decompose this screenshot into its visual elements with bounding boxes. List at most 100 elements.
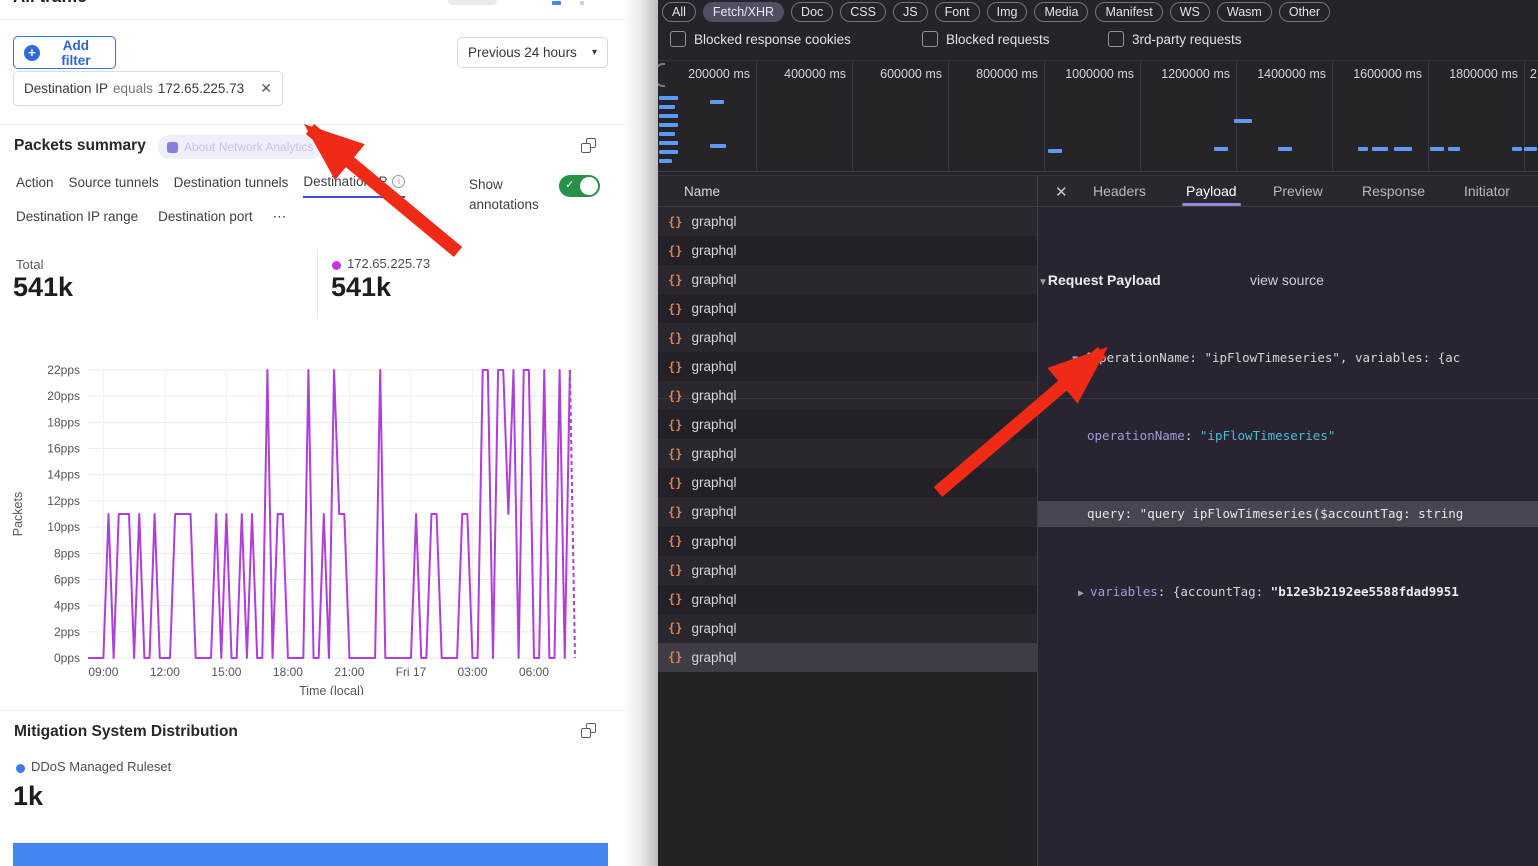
waterfall-request-dash bbox=[1214, 147, 1228, 151]
blocked-requests-checkbox[interactable]: Blocked requests bbox=[922, 31, 1050, 47]
ruler-tick-label: 200000 ms bbox=[658, 67, 750, 81]
blocked-response-cookies-checkbox[interactable]: Blocked response cookies bbox=[670, 31, 851, 47]
name-column-header[interactable]: Name bbox=[658, 175, 1037, 207]
network-request-row[interactable]: {}graphql bbox=[658, 614, 1037, 643]
screenshot-root: All traffic + Add filter Previous 24 hou… bbox=[0, 0, 1538, 866]
time-range-select[interactable]: Previous 24 hours ▾ bbox=[457, 37, 608, 68]
waterfall-request-dash bbox=[1048, 149, 1062, 153]
filter-pill-fetch-xhr[interactable]: Fetch/XHR bbox=[703, 2, 784, 22]
close-icon[interactable]: ✕ bbox=[1055, 183, 1068, 201]
copy-panel-icon[interactable] bbox=[581, 723, 596, 738]
tab-source-tunnels[interactable]: Source tunnels bbox=[69, 174, 159, 198]
tab-[interactable]: ⋯ bbox=[273, 209, 287, 225]
network-overview-timeline[interactable]: 200000 ms400000 ms600000 ms800000 ms1000… bbox=[658, 60, 1538, 172]
waterfall-request-dash bbox=[1448, 147, 1460, 151]
packets-summary-title: Packets summary bbox=[14, 137, 146, 155]
view-source-link[interactable]: view source bbox=[1250, 267, 1324, 293]
tab-destination-ip[interactable]: Destination IPi bbox=[303, 174, 405, 198]
checkbox-icon bbox=[922, 31, 938, 47]
copy-panel-icon[interactable] bbox=[581, 138, 596, 153]
network-request-row[interactable]: {}graphql bbox=[658, 497, 1037, 526]
fetch-xhr-icon: {} bbox=[668, 244, 682, 258]
request-name: graphql bbox=[691, 330, 736, 345]
waterfall-request-dash bbox=[1430, 147, 1444, 151]
book-icon bbox=[167, 142, 178, 153]
detail-tab-payload[interactable]: Payload bbox=[1186, 183, 1237, 199]
filter-pill-media[interactable]: Media bbox=[1034, 2, 1088, 22]
waterfall-request-dash bbox=[659, 159, 672, 163]
remove-filter-icon[interactable]: ✕ bbox=[260, 80, 272, 97]
about-network-analytics-badge[interactable]: About Network Analytics bbox=[158, 135, 322, 159]
filter-chip[interactable]: Destination IP equals 172.65.225.73 ✕ bbox=[13, 71, 283, 106]
mitigation-legend: DDoS Managed Ruleset bbox=[31, 759, 171, 774]
filter-pill-js[interactable]: JS bbox=[893, 2, 928, 22]
detail-tab-response[interactable]: Response bbox=[1362, 183, 1425, 199]
info-icon: i bbox=[392, 175, 405, 188]
add-filter-button[interactable]: + Add filter bbox=[13, 36, 116, 69]
checkbox-label: Blocked requests bbox=[946, 32, 1050, 47]
network-request-row[interactable]: {}graphql bbox=[658, 265, 1037, 294]
series-label: 172.65.225.73 bbox=[347, 256, 430, 271]
network-request-row[interactable]: {}graphql bbox=[658, 585, 1037, 614]
svg-text:Time (local): Time (local) bbox=[299, 684, 364, 695]
payload-preview-line[interactable]: ▼ {operationName: "ipFlowTimeseries", va… bbox=[1038, 345, 1538, 371]
network-request-row[interactable]: {}graphql bbox=[658, 294, 1037, 323]
tab-destination-tunnels[interactable]: Destination tunnels bbox=[174, 174, 289, 198]
svg-text:16pps: 16pps bbox=[47, 442, 80, 456]
filter-pill-img[interactable]: Img bbox=[987, 2, 1028, 22]
fetch-xhr-icon: {} bbox=[668, 592, 682, 606]
network-request-row[interactable]: {}graphql bbox=[658, 468, 1037, 497]
svg-text:8pps: 8pps bbox=[54, 546, 80, 560]
network-request-row[interactable]: {}graphql bbox=[658, 556, 1037, 585]
network-request-row[interactable]: {}graphql bbox=[658, 236, 1037, 265]
detail-tab-initiator[interactable]: Initiator bbox=[1464, 183, 1510, 199]
request-payload-title: Request Payload bbox=[1048, 272, 1161, 288]
third-party-requests-checkbox[interactable]: 3rd-party requests bbox=[1108, 31, 1242, 47]
name-header-label: Name bbox=[684, 184, 720, 199]
request-name: graphql bbox=[691, 563, 736, 578]
filter-pill-manifest[interactable]: Manifest bbox=[1095, 2, 1162, 22]
filter-field: Destination IP bbox=[24, 81, 108, 96]
network-request-row[interactable]: {}graphql bbox=[658, 643, 1037, 672]
waterfall-request-dash bbox=[1512, 147, 1522, 151]
request-detail-panel: ✕ Headers Payload Preview Response Initiator… bbox=[1038, 175, 1538, 866]
filter-pill-doc[interactable]: Doc bbox=[791, 2, 833, 22]
waterfall-request-dash bbox=[1372, 147, 1388, 151]
scrollbar-strip[interactable] bbox=[625, 0, 658, 866]
network-filter-checkboxes: Blocked response cookies Blocked request… bbox=[658, 31, 1538, 57]
request-payload-section[interactable]: ▼Request Payloadview source bbox=[1038, 267, 1538, 293]
tab-action[interactable]: Action bbox=[16, 174, 54, 198]
cropped-icon-fragment bbox=[552, 1, 561, 5]
network-request-row[interactable]: {}graphql bbox=[658, 323, 1037, 352]
waterfall-request-dash bbox=[710, 144, 726, 148]
detail-tab-headers[interactable]: Headers bbox=[1093, 183, 1146, 199]
network-request-row[interactable]: {}graphql bbox=[658, 410, 1037, 439]
tab-destination-port[interactable]: Destination port bbox=[158, 209, 253, 225]
filter-pill-ws[interactable]: WS bbox=[1170, 2, 1210, 22]
toggle-knob bbox=[580, 177, 598, 195]
filter-pill-all[interactable]: All bbox=[662, 2, 696, 22]
triangle-right-icon: ▶ bbox=[1078, 588, 1090, 599]
json-key: variables bbox=[1090, 584, 1158, 599]
detail-tab-preview[interactable]: Preview bbox=[1273, 183, 1323, 199]
network-request-row[interactable]: {}graphql bbox=[658, 352, 1037, 381]
network-request-row[interactable]: {}graphql bbox=[658, 207, 1037, 236]
tab-destination-ip-range[interactable]: Destination IP range bbox=[16, 209, 138, 225]
network-request-row[interactable]: {}graphql bbox=[658, 381, 1037, 410]
filter-pill-other[interactable]: Other bbox=[1279, 2, 1330, 22]
request-name: graphql bbox=[691, 534, 736, 549]
svg-text:12pps: 12pps bbox=[47, 494, 80, 508]
network-request-row[interactable]: {} graphql bbox=[658, 527, 1037, 556]
fetch-xhr-icon: {} bbox=[668, 534, 682, 548]
filter-pill-font[interactable]: Font bbox=[935, 2, 980, 22]
filter-value: 172.65.225.73 bbox=[158, 81, 244, 96]
network-request-row[interactable]: {}graphql bbox=[658, 439, 1037, 468]
filter-pill-wasm[interactable]: Wasm bbox=[1217, 2, 1272, 22]
payload-variables-line[interactable]: ▶ variables: {accountTag: "b12e3b2192ee5… bbox=[1038, 579, 1538, 605]
ruler-tick-label: 400000 ms bbox=[751, 67, 846, 81]
show-annotations-toggle[interactable]: ✓ bbox=[559, 175, 600, 197]
filter-pill-css[interactable]: CSS bbox=[840, 2, 886, 22]
add-filter-label: Add filter bbox=[47, 38, 105, 68]
payload-query-line[interactable]: query: "query ipFlowTimeseries($accountT… bbox=[1038, 501, 1538, 527]
dimension-tabs-row2: Destination IP range Destination port ⋯ bbox=[16, 209, 286, 225]
